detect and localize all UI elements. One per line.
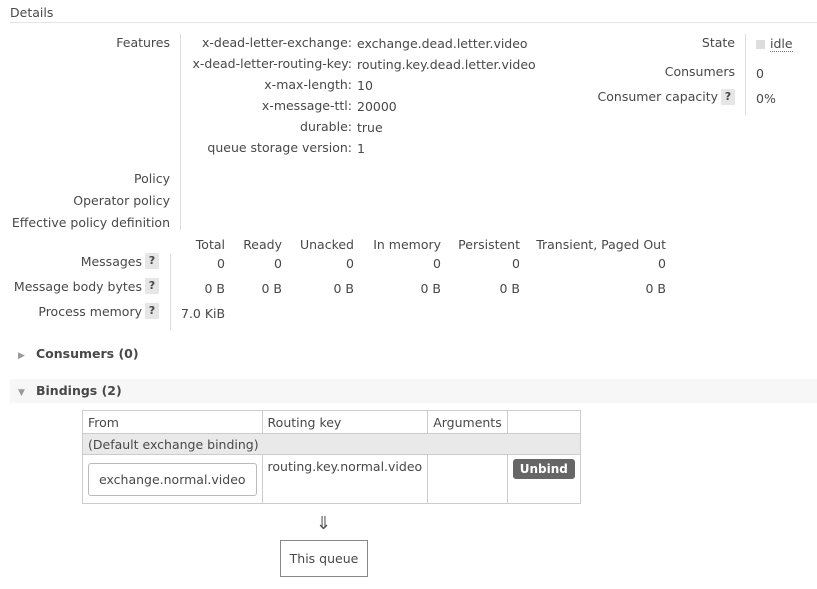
feature-value-storage-version: 1 <box>357 141 365 156</box>
bindings-header-actions <box>506 410 581 434</box>
bindings-section-label: Bindings (2) <box>36 383 122 398</box>
help-icon[interactable]: ? <box>145 303 159 319</box>
bindings-section-toggle[interactable]: ▼ Bindings (2) <box>10 379 817 403</box>
messages-label: Messages <box>80 254 142 269</box>
feature-value-dlx: exchange.dead.letter.video <box>357 36 528 51</box>
messages-transient: 0 <box>658 256 666 271</box>
header-divider <box>10 22 817 23</box>
stats-header-transient: Transient, Paged Out <box>536 237 666 252</box>
body-bytes-help[interactable]: ? <box>145 277 159 294</box>
feature-value-dlrk: routing.key.dead.letter.video <box>357 57 536 72</box>
consumers-section-label: Consumers (0) <box>36 346 139 361</box>
stats-header-persistent: Persistent <box>458 237 520 252</box>
state-label: State <box>701 35 735 50</box>
binding-routing-key: routing.key.normal.video <box>261 454 429 504</box>
consumer-capacity-label: Consumer capacity <box>597 89 718 104</box>
stats-header-ready: Ready <box>243 237 282 252</box>
bindings-header-arguments: Arguments <box>427 410 508 434</box>
binding-arguments <box>427 454 508 504</box>
feature-key-dlx: x-dead-letter-exchange: <box>201 35 352 50</box>
details-heading: Details <box>10 5 54 20</box>
default-binding-row: (Default exchange binding) <box>82 433 581 455</box>
bindings-header-routing-key: Routing key <box>261 410 429 434</box>
operator-policy-label: Operator policy <box>73 193 170 208</box>
body-bytes-label: Message body bytes <box>13 279 142 294</box>
help-icon[interactable]: ? <box>721 89 735 105</box>
feature-key-storage-version: queue storage version: <box>207 140 352 155</box>
state-divider <box>745 34 746 115</box>
stats-header-unacked: Unacked <box>299 237 354 252</box>
feature-key-dlrk: x-dead-letter-routing-key: <box>192 56 352 71</box>
unbind-button[interactable]: Unbind <box>512 459 575 479</box>
process-memory-label: Process memory <box>38 304 142 319</box>
feature-key-max-length: x-max-length: <box>264 77 352 92</box>
body-bytes-transient: 0 B <box>645 281 666 296</box>
messages-in-memory: 0 <box>433 256 441 271</box>
effective-policy-label: Effective policy definition <box>11 215 170 230</box>
feature-key-message-ttl: x-message-ttl: <box>261 98 352 113</box>
help-icon[interactable]: ? <box>145 278 159 294</box>
consumers-value: 0 <box>756 66 764 81</box>
binding-from-cell: exchange.normal.video <box>82 454 263 504</box>
collapse-down-icon: ▼ <box>18 388 25 398</box>
features-label: Features <box>116 35 170 50</box>
body-bytes-total: 0 B <box>204 281 225 296</box>
state-indicator-icon <box>756 40 765 49</box>
feature-value-max-length: 10 <box>357 78 373 93</box>
process-memory-help[interactable]: ? <box>145 302 159 319</box>
exchange-link[interactable]: exchange.normal.video <box>88 462 257 496</box>
body-bytes-persistent: 0 B <box>499 281 520 296</box>
feature-value-durable: true <box>357 120 383 135</box>
messages-ready: 0 <box>274 256 282 271</box>
bindings-header-from: From <box>82 410 263 434</box>
binding-actions-cell: Unbind <box>506 454 581 504</box>
consumers-label: Consumers <box>664 64 735 79</box>
stats-header-in-memory: In memory <box>373 237 441 252</box>
stats-divider <box>170 254 171 330</box>
feature-value-message-ttl: 20000 <box>357 99 397 114</box>
feature-key-durable: durable: <box>300 119 352 134</box>
expand-right-icon: ▶ <box>18 351 25 361</box>
consumer-capacity-help[interactable]: ? <box>721 88 735 105</box>
process-memory-value: 7.0 KiB <box>181 306 226 321</box>
body-bytes-ready: 0 B <box>261 281 282 296</box>
help-icon[interactable]: ? <box>145 253 159 269</box>
bindings-table: From Routing key Arguments (Default exch… <box>82 410 581 504</box>
this-queue-box: This queue <box>280 540 368 577</box>
messages-persistent: 0 <box>512 256 520 271</box>
consumers-section-toggle[interactable]: ▶ Consumers (0) <box>10 342 817 366</box>
body-bytes-unacked: 0 B <box>333 281 354 296</box>
state-text: idle <box>770 36 793 52</box>
features-divider <box>180 34 181 230</box>
policy-label: Policy <box>134 171 170 186</box>
body-bytes-in-memory: 0 B <box>420 281 441 296</box>
messages-unacked: 0 <box>346 256 354 271</box>
stats-header-total: Total <box>195 237 225 252</box>
messages-total: 0 <box>217 256 225 271</box>
consumer-capacity-value: 0% <box>756 91 776 106</box>
down-arrow-icon: ⇓ <box>316 513 332 534</box>
messages-help[interactable]: ? <box>145 252 159 269</box>
state-value: idle <box>756 36 793 52</box>
